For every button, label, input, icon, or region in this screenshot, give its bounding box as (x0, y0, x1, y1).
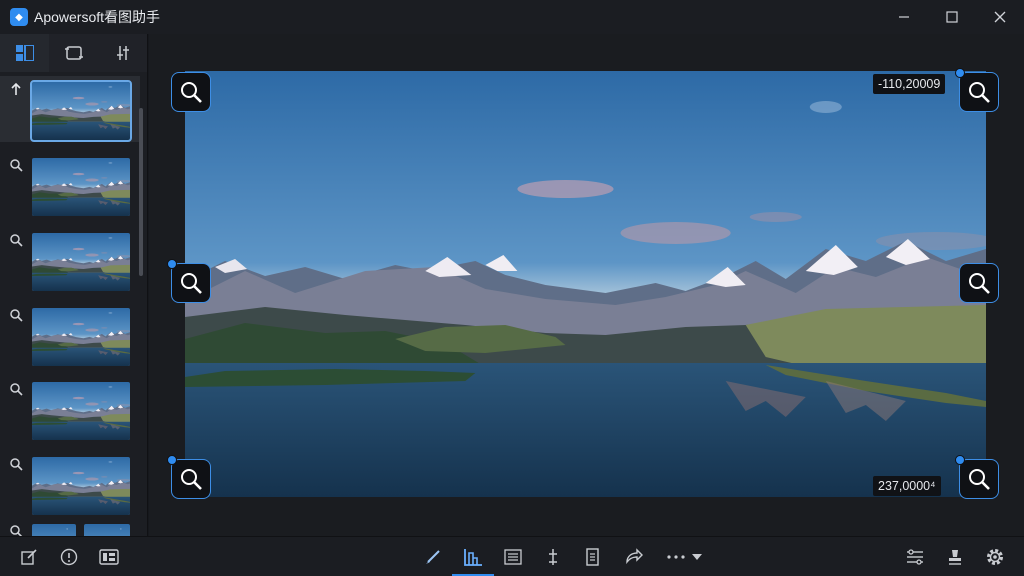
thumbnail-image (30, 80, 132, 142)
share-icon (626, 548, 643, 565)
zoom-handle-middle-left[interactable] (167, 259, 211, 303)
zoom-icon (181, 273, 202, 294)
up-arrow-icon (11, 82, 21, 95)
thumbnail-item[interactable] (0, 518, 140, 536)
thumbnail-image (84, 524, 130, 536)
thumbnail-panel (0, 34, 148, 536)
grid-thumbnail-icon (15, 45, 34, 61)
bottom-toolbar (0, 536, 1024, 576)
handle-anchor-dot (955, 68, 965, 78)
thumbnail-list (0, 72, 148, 536)
search-icon (10, 383, 23, 396)
zoom-handle-bottom-left[interactable] (167, 455, 211, 499)
thumbnail-item[interactable] (0, 152, 140, 218)
share-button[interactable] (618, 537, 648, 576)
sliders-icon (907, 549, 923, 565)
thumbnail-item[interactable] (0, 76, 140, 142)
histogram-button[interactable] (452, 537, 494, 576)
thumbnail-image (32, 457, 130, 515)
thumbnail-item[interactable] (0, 227, 140, 293)
anchor-button[interactable] (538, 537, 568, 576)
thumbnail-item[interactable] (0, 302, 140, 368)
thumbnail-item[interactable] (0, 376, 140, 442)
zoom-handle-top-right[interactable] (955, 68, 999, 112)
main-image[interactable] (185, 71, 986, 497)
app-window: ◆ Apowersoft看图助手 -110,20009 237,0000⁴ (0, 0, 1024, 576)
tab-crop[interactable] (49, 34, 98, 72)
brush-button[interactable] (418, 537, 448, 576)
search-icon (10, 458, 23, 471)
brush-icon (426, 550, 440, 564)
list-button[interactable] (498, 537, 528, 576)
zoom-handle-bottom-right[interactable] (955, 455, 999, 499)
list-icon (504, 549, 522, 565)
info-icon (60, 548, 78, 566)
title-bar: ◆ Apowersoft看图助手 (0, 0, 1024, 34)
settings-icon (987, 549, 1003, 565)
handle-anchor-dot (167, 259, 177, 269)
tab-thumbnails[interactable] (0, 34, 49, 72)
zoom-handle-middle-right[interactable] (959, 263, 999, 303)
crop-frame-icon (64, 46, 83, 60)
edit-icon (21, 549, 37, 565)
minimize-icon (899, 16, 909, 18)
edit-button[interactable] (14, 537, 44, 576)
coordinate-readout-top: -110,20009 (873, 74, 946, 94)
thumbnail-image (32, 233, 130, 291)
document-icon (586, 548, 599, 566)
thumbnail-image (32, 158, 130, 216)
panel-tabs (0, 34, 147, 72)
more-button[interactable] (662, 537, 708, 576)
zoom-handle-top-left[interactable] (171, 72, 211, 112)
thumbnail-image (32, 308, 130, 366)
close-button[interactable] (976, 0, 1024, 34)
thumbnail-image (32, 524, 76, 536)
app-logo-icon: ◆ (10, 8, 28, 26)
search-icon (10, 159, 23, 172)
minimize-button[interactable] (880, 0, 928, 34)
info-button[interactable] (54, 537, 84, 576)
more-icon (667, 554, 702, 560)
slideshow-button[interactable] (94, 537, 124, 576)
search-icon (10, 234, 23, 247)
settings-button[interactable] (980, 537, 1010, 576)
sliders-button[interactable] (900, 537, 930, 576)
image-viewer: -110,20009 237,0000⁴ (149, 34, 1024, 536)
histogram-icon (464, 549, 482, 566)
thumbnail-item[interactable] (0, 451, 140, 517)
document-button[interactable] (578, 537, 608, 576)
search-icon (10, 525, 23, 536)
thumbnail-image (32, 382, 130, 440)
tab-adjust[interactable] (98, 34, 147, 72)
anchor-icon (549, 549, 557, 565)
zoom-icon (181, 469, 202, 490)
slideshow-icon (99, 549, 119, 565)
zoom-icon (969, 469, 990, 490)
close-icon (994, 11, 1006, 23)
stamp-icon (949, 550, 961, 565)
maximize-icon (946, 11, 958, 23)
zoom-icon (181, 82, 202, 103)
zoom-icon (969, 273, 990, 294)
zoom-icon (969, 82, 990, 103)
app-title: Apowersoft看图助手 (34, 9, 161, 25)
thumbnail-scrollbar[interactable] (139, 108, 143, 276)
handle-anchor-dot (955, 455, 965, 465)
handle-anchor-dot (167, 455, 177, 465)
adjust-sliders-icon (116, 46, 129, 60)
stamp-button[interactable] (940, 537, 970, 576)
search-icon (10, 309, 23, 322)
maximize-button[interactable] (928, 0, 976, 34)
coordinate-readout-bottom: 237,0000⁴ (873, 476, 941, 496)
